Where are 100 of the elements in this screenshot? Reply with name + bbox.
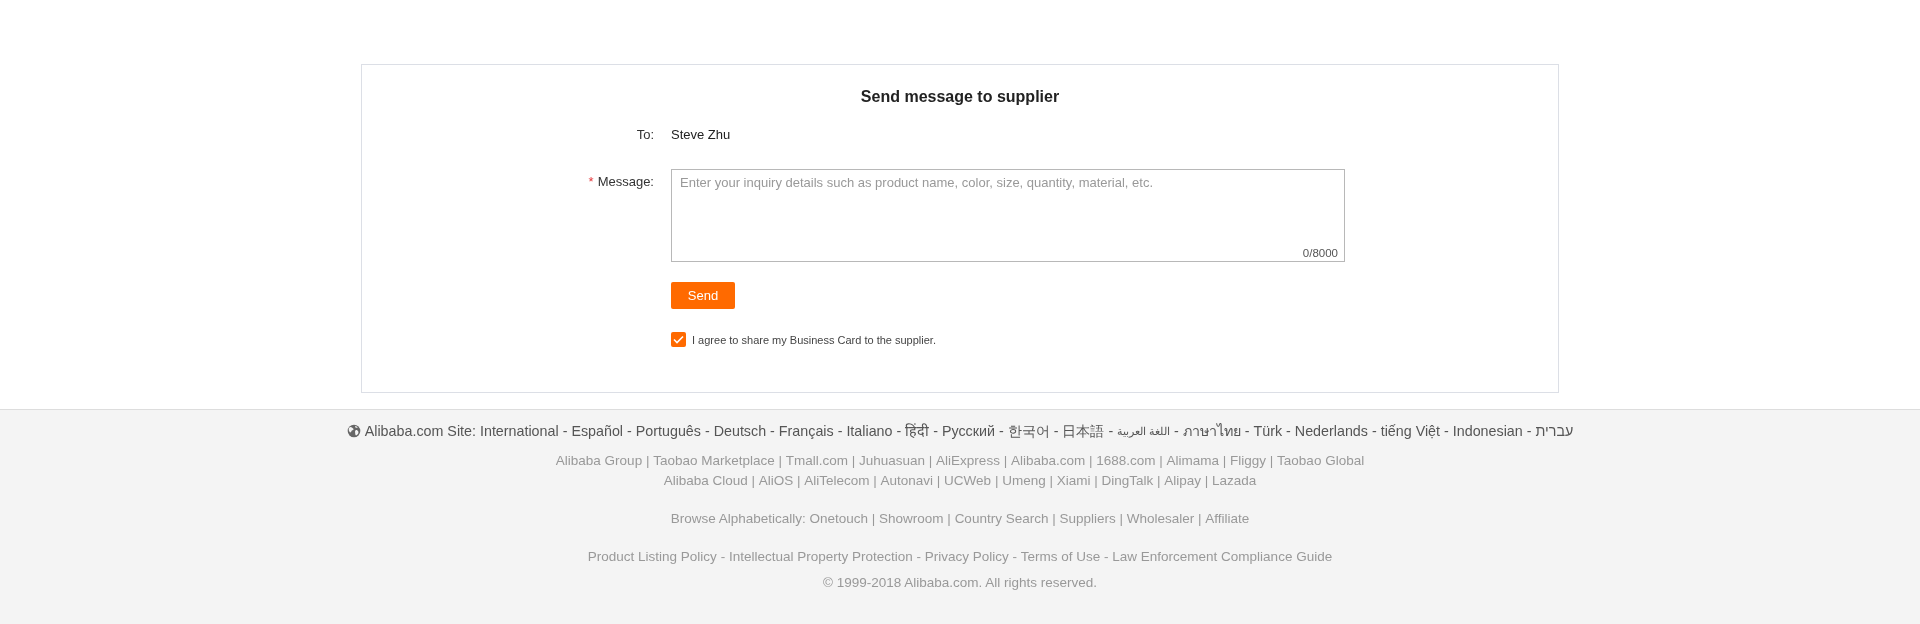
link-separator: -	[561, 422, 569, 441]
link-separator: |	[1197, 510, 1203, 528]
language-link[interactable]: Español	[571, 421, 624, 441]
link-separator: |	[927, 452, 934, 470]
footer-link[interactable]: Alibaba Group	[555, 451, 643, 471]
link-separator: |	[1268, 452, 1275, 470]
link-separator: -	[1011, 548, 1018, 566]
link-separator: -	[932, 422, 939, 441]
link-separator: |	[870, 510, 877, 528]
language-link[interactable]: Indonesian	[1452, 421, 1523, 441]
footer-link[interactable]: Lazada	[1212, 471, 1257, 491]
link-separator: |	[1002, 452, 1009, 470]
footer-link[interactable]: UCWeb	[944, 471, 992, 491]
message-label: Message:	[597, 174, 654, 189]
link-separator: |	[1203, 472, 1210, 490]
link-separator: |	[1156, 472, 1162, 490]
link-separator: -	[997, 422, 1005, 441]
link-separator: -	[1285, 422, 1292, 441]
footer-link[interactable]: 1688.com	[1096, 451, 1156, 471]
link-separator: |	[796, 472, 802, 490]
footer-link[interactable]: Alimama	[1166, 451, 1220, 471]
link-separator: |	[993, 472, 1000, 490]
send-button[interactable]: Send	[671, 282, 735, 309]
language-link[interactable]: International	[479, 421, 559, 441]
language-link[interactable]: Français	[778, 421, 834, 441]
character-counter: 0/8000	[1302, 247, 1338, 259]
footer-link[interactable]: Law Enforcement Compliance Guide	[1112, 547, 1333, 567]
footer-link[interactable]: Umeng	[1002, 471, 1046, 491]
footer-link[interactable]: AliTelecom	[804, 471, 870, 491]
link-separator: |	[1118, 510, 1124, 528]
to-label: To:	[636, 126, 654, 144]
link-separator: -	[915, 548, 922, 566]
link-separator: |	[1093, 472, 1099, 490]
footer-link[interactable]: Tmall.com	[785, 451, 848, 471]
link-separator: |	[1048, 472, 1054, 490]
footer-link[interactable]: Xiami	[1056, 471, 1091, 491]
link-separator: -	[1525, 422, 1533, 441]
link-separator: -	[895, 422, 903, 441]
link-separator: |	[1051, 510, 1057, 528]
agreement-checkbox[interactable]	[671, 332, 686, 347]
recipient-name: Steve Zhu	[671, 126, 732, 144]
copyright-text: © 1999-2018 Alibaba.com. All rights reserved.	[822, 574, 1098, 592]
language-link[interactable]: Türk	[1253, 421, 1283, 441]
link-separator: -	[1370, 422, 1378, 441]
site-label: Alibaba.com Site:	[364, 422, 477, 441]
link-separator: |	[777, 452, 783, 470]
language-link[interactable]: ภาษาไทย	[1182, 421, 1241, 441]
footer-link[interactable]: Intellectual Property Protection	[728, 547, 913, 567]
link-separator: -	[1052, 422, 1060, 441]
footer-link[interactable]: Affiliate	[1205, 509, 1250, 529]
footer-link[interactable]: Autonavi	[880, 471, 934, 491]
footer-link[interactable]: Juhuasuan	[859, 451, 926, 471]
footer-link[interactable]: Terms of Use	[1020, 547, 1101, 567]
language-link[interactable]: tiếng Việt	[1380, 421, 1441, 441]
footer-link[interactable]: Product Listing Policy	[587, 547, 717, 567]
footer-link[interactable]: Taobao Marketplace	[653, 451, 775, 471]
footer-link[interactable]: Country Search	[954, 509, 1049, 529]
link-separator: |	[850, 452, 857, 470]
agreement-label: I agree to share my Business Card to the supplier.	[692, 333, 936, 346]
link-separator: |	[1158, 452, 1164, 470]
footer-link[interactable]: Suppliers	[1059, 509, 1116, 529]
footer-link[interactable]: Privacy Policy	[924, 547, 1009, 567]
link-separator: |	[644, 452, 651, 470]
language-link[interactable]: हिंदी	[905, 421, 930, 441]
language-link[interactable]: Português	[635, 421, 701, 441]
language-link[interactable]: Italiano	[846, 421, 893, 441]
link-separator: -	[1173, 422, 1180, 441]
link-separator: |	[750, 472, 756, 490]
link-separator: -	[1103, 548, 1110, 566]
footer-link[interactable]: AliExpress	[936, 451, 1000, 471]
language-link[interactable]: 日本語	[1062, 421, 1105, 441]
footer-link[interactable]: Showroom	[879, 509, 944, 529]
link-separator: -	[626, 422, 633, 441]
footer-link[interactable]: Fliggy	[1230, 451, 1267, 471]
footer-link[interactable]: Alipay	[1164, 471, 1202, 491]
link-separator: |	[872, 472, 878, 490]
language-link[interactable]: Русский	[941, 421, 995, 441]
language-link[interactable]: Deutsch	[713, 421, 767, 441]
link-separator: |	[946, 510, 952, 528]
language-link[interactable]: Nederlands	[1294, 421, 1368, 441]
link-separator: -	[1243, 422, 1251, 441]
footer-link[interactable]: Taobao Global	[1277, 451, 1365, 471]
language-link[interactable]: اللغة العربية	[1117, 421, 1171, 441]
globe-icon	[346, 424, 361, 438]
footer-link[interactable]: Alibaba Cloud	[663, 471, 748, 491]
language-link[interactable]: עברית	[1535, 421, 1574, 441]
link-separator: |	[1221, 452, 1228, 470]
link-separator: |	[935, 472, 942, 490]
link-separator: -	[769, 422, 776, 441]
language-link[interactable]: 한국어	[1007, 421, 1050, 441]
footer-link[interactable]: Onetouch	[809, 509, 869, 529]
required-mark: *	[588, 174, 594, 189]
link-separator: -	[1443, 422, 1450, 441]
footer-link[interactable]: Alibaba.com	[1010, 451, 1086, 471]
link-separator: -	[836, 422, 844, 441]
footer-link[interactable]: DingTalk	[1101, 471, 1154, 491]
link-separator: -	[703, 422, 711, 441]
footer-link[interactable]: Wholesaler	[1126, 509, 1195, 529]
footer-link[interactable]: AliOS	[758, 471, 794, 491]
link-separator: -	[1107, 422, 1115, 441]
